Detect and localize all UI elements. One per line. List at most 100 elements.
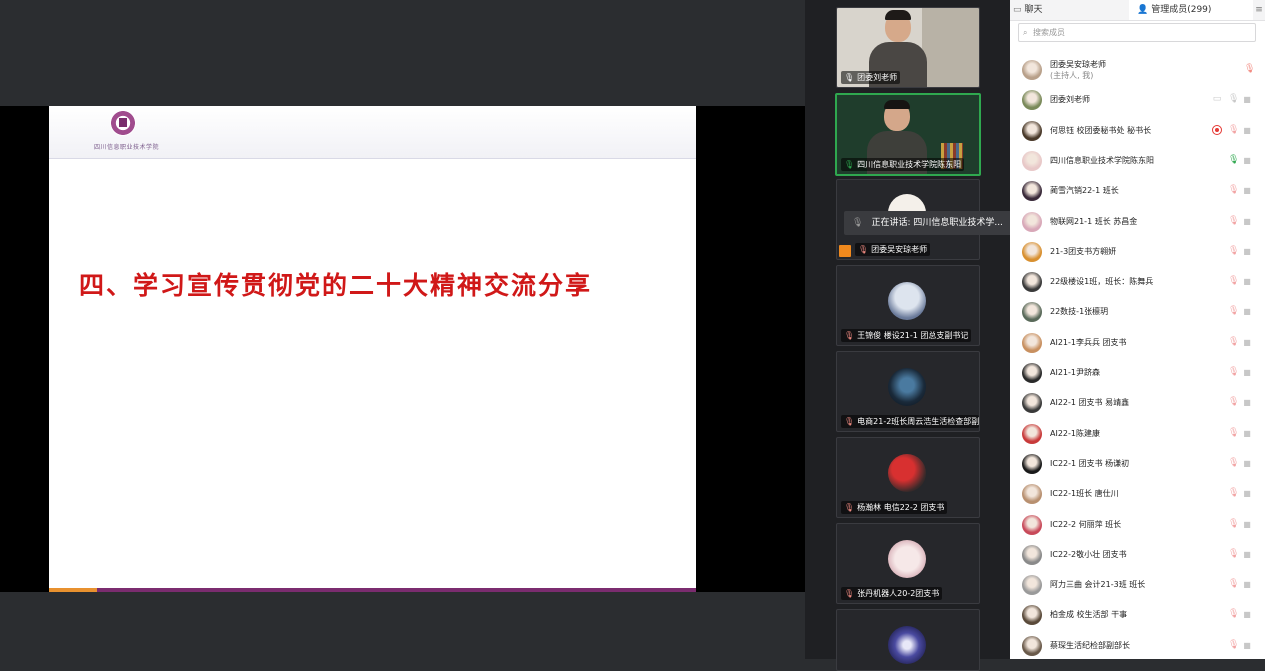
camera-off-icon[interactable]: ■ — [1242, 519, 1252, 530]
video-tile[interactable]: 🎙 杨瀚林 电信22-2 团支书 — [836, 437, 980, 518]
camera-off-icon[interactable]: ■ — [1242, 488, 1252, 499]
search-input[interactable]: ⌕ 搜索成员 — [1018, 23, 1256, 42]
member-row[interactable]: 蔺雪汽销22-1 班长 🎙 ■ — [1010, 176, 1265, 206]
speaking-indicator: 🎙 正在讲话: 四川信息职业技术学... — [844, 211, 1012, 235]
camera-off-icon[interactable]: ■ — [1242, 397, 1252, 408]
camera-off-icon[interactable]: ■ — [1242, 276, 1252, 287]
member-name: IC22-1 团支书 杨谦初 — [1050, 458, 1130, 468]
member-name: AI21-1李兵兵 团支书 — [1050, 337, 1127, 347]
member-row[interactable]: 蔡琛生活纪检部副部长 🎙 ■ — [1010, 631, 1265, 661]
avatar — [1022, 302, 1042, 323]
camera-off-icon[interactable]: ■ — [1242, 609, 1252, 620]
microphone-muted-icon[interactable]: 🎙 — [1228, 216, 1239, 227]
microphone-muted-icon[interactable]: 🎙 — [1228, 246, 1239, 257]
video-tile-active-speaker[interactable]: 🎙 四川信息职业技术学院陈东阳 — [835, 93, 981, 176]
member-row[interactable]: 21-3团支书方翱妍 🎙 ■ — [1010, 237, 1265, 267]
avatar — [1022, 605, 1042, 626]
microphone-muted-icon[interactable]: 🎙 — [1228, 125, 1239, 136]
video-tile[interactable]: 🎙 团委刘老师 — [836, 7, 980, 88]
microphone-muted-icon[interactable]: 🎙 — [1244, 64, 1255, 75]
video-tile[interactable]: 🎙 王锦俊 楼设21-1 团总支副书记 — [836, 265, 980, 346]
member-row[interactable]: 22级楼设1班，班长：陈舞兵 🎙 ■ — [1010, 267, 1265, 297]
member-row[interactable]: 何思钰 校团委秘书处 秘书长 🎙 ■ — [1010, 116, 1265, 146]
member-row[interactable]: 团委刘老师 ▭ 🎙 ■ — [1010, 85, 1265, 115]
microphone-speaking-icon[interactable]: 🎙 — [1228, 155, 1239, 166]
camera-off-icon[interactable]: ■ — [1242, 125, 1252, 136]
member-row[interactable]: AI21-1李兵兵 团支书 🎙 ■ — [1010, 328, 1265, 358]
microphone-muted-icon[interactable]: 🎙 — [1228, 185, 1239, 196]
microphone-muted-icon[interactable]: 🎙 — [1228, 519, 1239, 530]
member-row[interactable]: 阿力三曲 会计21-3班 班长 🎙 ■ — [1010, 570, 1265, 600]
avatar — [888, 540, 926, 578]
microphone-muted-icon[interactable]: 🎙 — [1228, 337, 1239, 348]
tab-members[interactable]: 👤 管理成员(299) — [1129, 0, 1253, 20]
microphone-muted-icon: 🎙 — [844, 417, 855, 426]
camera-off-icon[interactable]: ■ — [1242, 579, 1252, 590]
member-row[interactable]: 22数技-1张檩玥 🎙 ■ — [1010, 297, 1265, 327]
microphone-muted-icon[interactable]: 🎙 — [1228, 367, 1239, 378]
member-row[interactable]: 四川信息职业技术学院陈东阳 🎙 ■ — [1010, 146, 1265, 176]
member-row[interactable]: AI21-1尹跻森 🎙 ■ — [1010, 358, 1265, 388]
camera-off-icon[interactable]: ■ — [1242, 367, 1252, 378]
camera-off-icon[interactable]: ■ — [1242, 640, 1252, 651]
microphone-muted-icon[interactable]: 🎙 — [1228, 488, 1239, 499]
video-tile[interactable]: 🎙 张丹机器人20-2团支书 — [836, 523, 980, 604]
member-name: 柏金成 校生活部 干事 — [1050, 610, 1128, 620]
camera-off-icon[interactable]: ■ — [1242, 155, 1252, 166]
avatar — [888, 282, 926, 320]
microphone-muted-icon[interactable]: 🎙 — [1228, 640, 1239, 651]
avatar — [1022, 453, 1042, 474]
microphone-muted-icon[interactable]: 🎙 — [1228, 549, 1239, 560]
camera-off-icon[interactable]: ■ — [1242, 428, 1252, 439]
member-name: 22数技-1张檩玥 — [1050, 307, 1109, 317]
camera-off-icon[interactable]: ■ — [1242, 337, 1252, 348]
member-name: AI22-1 团支书 易靖鑫 — [1050, 398, 1130, 408]
microphone-muted-icon[interactable]: 🎙 — [1228, 458, 1239, 469]
avatar — [1022, 363, 1042, 383]
camera-off-icon[interactable]: ■ — [1242, 246, 1252, 257]
members-panel: ▭ 聊天 👤 管理成员(299) ≡ ⌕ 搜索成员 团委吴安琼老师 (主持人, 我) 🎙 团… — [1010, 0, 1265, 659]
microphone-muted-icon[interactable]: 🎙 — [1228, 397, 1239, 408]
microphone-muted-icon: 🎙 — [858, 245, 869, 254]
member-row[interactable]: AI22-1陈建康 🎙 ■ — [1010, 419, 1265, 449]
video-tile-label: 🎙 杨瀚林 电信22-2 团支书 — [841, 501, 948, 514]
avatar — [1022, 272, 1042, 293]
screen-share-icon[interactable]: ▭ — [1212, 94, 1222, 105]
microphone-muted-icon[interactable]: 🎙 — [1228, 579, 1239, 590]
microphone-icon[interactable]: 🎙 — [1228, 94, 1239, 105]
video-panel: 🎙 团委刘老师 🎙 四川信息职业技术学院陈东阳 🎙 团委吴安琼老师 🎙 王锦俊 楼设21… — [805, 0, 1010, 671]
member-row[interactable]: IC22-2敬小壮 团支书 🎙 ■ — [1010, 540, 1265, 570]
member-row[interactable]: AI22-1 团支书 易靖鑫 🎙 ■ — [1010, 388, 1265, 418]
member-row[interactable]: IC22-1班长 唐仕川 🎙 ■ — [1010, 479, 1265, 509]
camera-off-icon[interactable]: ■ — [1242, 549, 1252, 560]
chat-icon: ▭ — [1013, 5, 1022, 15]
microphone-muted-icon[interactable]: 🎙 — [1228, 306, 1239, 317]
video-tile[interactable]: 🎙 电商21-2班长周云浩生活检查部副... — [836, 351, 980, 432]
member-name: 蔡琛生活纪检部副部长 — [1050, 640, 1130, 650]
camera-off-icon[interactable]: ■ — [1242, 216, 1252, 227]
microphone-muted-icon: 🎙 — [844, 331, 855, 340]
avatar — [1022, 635, 1042, 656]
camera-off-icon[interactable]: ■ — [1242, 306, 1252, 317]
avatar — [1022, 575, 1042, 596]
camera-icon[interactable]: ■ — [1242, 94, 1252, 105]
video-tile-label: 🎙 电商21-2班长周云浩生活检查部副... — [841, 415, 979, 428]
microphone-icon: 🎙 — [852, 218, 864, 228]
camera-off-icon[interactable]: ■ — [1242, 458, 1252, 469]
tab-chat[interactable]: ▭ 聊天 — [1013, 0, 1129, 20]
slide-footer-accent — [49, 588, 97, 592]
shared-slide: 四川信息职业技术学院 四、学习宣传贯彻党的二十大精神交流分享 — [49, 106, 696, 592]
member-row[interactable]: 柏金成 校生活部 干事 🎙 ■ — [1010, 600, 1265, 630]
avatar — [888, 368, 926, 406]
menu-icon[interactable]: ≡ — [1253, 4, 1265, 16]
microphone-muted-icon[interactable]: 🎙 — [1228, 428, 1239, 439]
member-row[interactable]: 物联网21-1 班长 苏昌金 🎙 ■ — [1010, 207, 1265, 237]
member-row[interactable]: IC22-1 团支书 杨谦初 🎙 ■ — [1010, 449, 1265, 479]
microphone-muted-icon[interactable]: 🎙 — [1228, 609, 1239, 620]
camera-off-icon[interactable]: ■ — [1242, 185, 1252, 196]
member-row[interactable]: IC22-2 何丽萍 班长 🎙 ■ — [1010, 510, 1265, 540]
member-row[interactable]: 团委吴安琼老师 (主持人, 我) 🎙 — [1010, 55, 1265, 85]
video-tile[interactable] — [836, 609, 980, 671]
video-tile-label: 🎙 张丹机器人20-2团支书 — [841, 587, 943, 600]
microphone-muted-icon[interactable]: 🎙 — [1228, 276, 1239, 287]
